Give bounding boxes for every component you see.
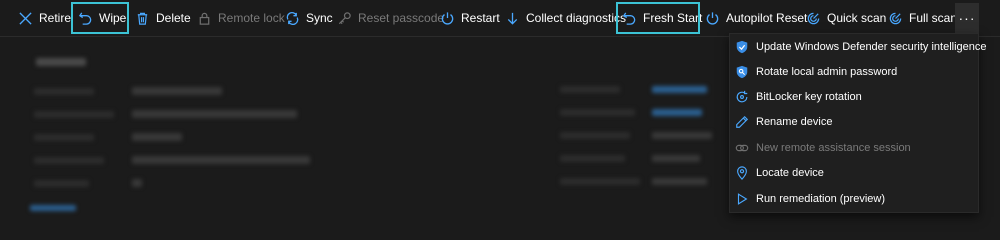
menu-item-label: Rotate local admin password bbox=[756, 66, 898, 78]
retire-button[interactable]: Retire bbox=[16, 3, 71, 33]
blurred-section-header bbox=[36, 58, 86, 66]
blurred-value bbox=[652, 178, 707, 185]
delete-label: Delete bbox=[156, 10, 191, 25]
collect-diagnostics-label: Collect diagnostics bbox=[526, 10, 627, 25]
undo-icon bbox=[622, 12, 636, 25]
blurred-value bbox=[132, 87, 222, 95]
blurred-link bbox=[30, 205, 76, 211]
blurred-value bbox=[132, 133, 182, 141]
restart-label: Restart bbox=[461, 10, 500, 25]
remote-lock-button[interactable]: Remote lock bbox=[195, 3, 285, 33]
menu-item-bitlocker-rotation[interactable]: BitLocker key rotation bbox=[730, 86, 978, 108]
power-icon bbox=[441, 11, 454, 25]
autopilot-reset-label: Autopilot Reset bbox=[726, 10, 808, 25]
reset-passcode-button[interactable]: Reset passcode bbox=[335, 3, 444, 33]
blurred-link bbox=[652, 86, 707, 93]
blurred-value bbox=[132, 179, 142, 187]
play-icon bbox=[737, 193, 748, 205]
rotate-key-icon bbox=[736, 90, 748, 103]
menu-item-rename-device[interactable]: Rename device bbox=[730, 111, 978, 133]
menu-item-locate-device[interactable]: Locate device bbox=[730, 162, 978, 184]
more-actions-menu: Update Windows Defender security intelli… bbox=[729, 33, 987, 213]
blurred-value bbox=[652, 132, 712, 139]
power-icon bbox=[706, 11, 719, 25]
menu-item-rotate-admin-password[interactable]: Rotate local admin password bbox=[730, 61, 978, 83]
location-pin-icon bbox=[737, 166, 747, 180]
device-action-toolbar: Retire Wipe Delete Remote lock Sync Rese… bbox=[0, 0, 1000, 37]
menu-item-label: Update Windows Defender security intelli… bbox=[756, 41, 987, 53]
restart-button[interactable]: Restart bbox=[438, 3, 500, 33]
sync-button[interactable]: Sync bbox=[283, 3, 333, 33]
menu-item-label: Locate device bbox=[756, 167, 824, 179]
retire-x-icon bbox=[19, 11, 32, 25]
menu-item-remote-assistance[interactable]: New remote assistance session bbox=[730, 137, 978, 159]
quick-scan-button[interactable]: Quick scan bbox=[804, 3, 886, 33]
autopilot-reset-button[interactable]: Autopilot Reset bbox=[703, 3, 807, 33]
blurred-label bbox=[34, 134, 94, 141]
full-scan-button[interactable]: Full scan bbox=[886, 3, 957, 33]
quick-scan-label: Quick scan bbox=[827, 10, 887, 25]
blurred-label bbox=[560, 109, 635, 116]
blurred-link bbox=[652, 109, 702, 116]
menu-item-label: New remote assistance session bbox=[756, 142, 911, 154]
lock-icon bbox=[199, 12, 210, 25]
blurred-label bbox=[560, 86, 620, 93]
link-icon bbox=[735, 144, 749, 152]
blurred-label bbox=[560, 178, 640, 185]
blurred-label bbox=[560, 132, 630, 139]
fresh-start-button[interactable]: Fresh Start bbox=[616, 2, 703, 34]
collect-diagnostics-button[interactable]: Collect diagnostics bbox=[503, 3, 626, 33]
delete-button[interactable]: Delete bbox=[133, 3, 191, 33]
blurred-label bbox=[34, 88, 94, 95]
blurred-label bbox=[560, 155, 625, 162]
menu-item-label: Rename device bbox=[756, 116, 833, 128]
scan-icon bbox=[889, 12, 902, 24]
menu-item-run-remediation[interactable]: Run remediation (preview) bbox=[730, 188, 978, 210]
blurred-value bbox=[132, 156, 310, 164]
blurred-label bbox=[34, 180, 89, 187]
retire-label: Retire bbox=[39, 10, 72, 25]
menu-item-label: BitLocker key rotation bbox=[756, 91, 862, 103]
undo-icon bbox=[78, 12, 92, 25]
more-actions-button[interactable]: ··· bbox=[955, 3, 979, 33]
menu-item-update-defender[interactable]: Update Windows Defender security intelli… bbox=[730, 36, 987, 58]
scan-icon bbox=[807, 12, 820, 24]
blurred-label bbox=[34, 111, 114, 118]
shield-update-icon bbox=[736, 40, 748, 54]
sync-icon bbox=[286, 11, 299, 25]
fresh-start-label: Fresh Start bbox=[643, 10, 703, 25]
sync-label: Sync bbox=[306, 10, 333, 25]
download-arrow-icon bbox=[507, 12, 518, 25]
wipe-button[interactable]: Wipe bbox=[71, 2, 129, 34]
blurred-value bbox=[652, 155, 700, 162]
menu-item-label: Run remediation (preview) bbox=[756, 193, 885, 205]
trash-icon bbox=[137, 12, 148, 25]
key-icon bbox=[338, 11, 351, 24]
shield-key-icon bbox=[736, 65, 748, 79]
wipe-label: Wipe bbox=[99, 10, 127, 25]
blurred-value bbox=[132, 110, 297, 118]
blurred-label bbox=[34, 157, 104, 164]
reset-passcode-label: Reset passcode bbox=[358, 10, 445, 25]
pencil-icon bbox=[736, 115, 749, 128]
full-scan-label: Full scan bbox=[909, 10, 958, 25]
remote-lock-label: Remote lock bbox=[218, 10, 285, 25]
